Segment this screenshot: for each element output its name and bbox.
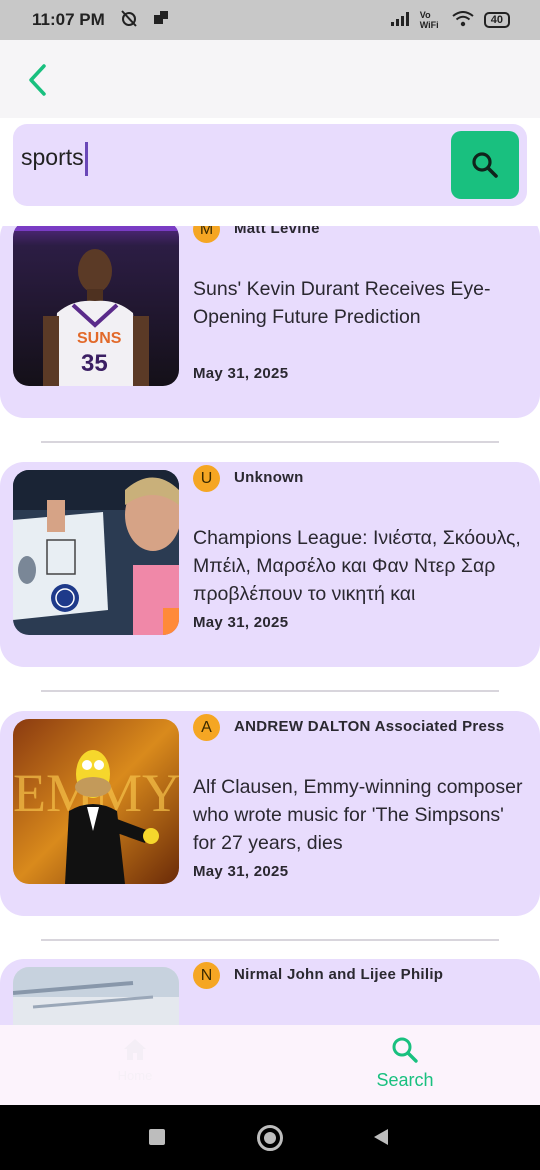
article-image: EMMY xyxy=(13,719,179,884)
alarm-off-icon xyxy=(119,8,139,33)
author-avatar: N xyxy=(193,962,220,989)
article-card[interactable]: SUNS 35 M Matt Levine Suns' Kevin Durant… xyxy=(0,226,540,418)
home-icon xyxy=(124,1039,146,1060)
search-input[interactable]: sports xyxy=(21,142,88,176)
svg-text:SUNS: SUNS xyxy=(77,330,122,347)
signal-icon xyxy=(390,11,410,30)
nav-search[interactable]: Search xyxy=(340,1035,470,1099)
search-input-value: sports xyxy=(21,144,84,171)
home-system-dot xyxy=(264,1132,276,1144)
svg-text:35: 35 xyxy=(81,350,108,377)
article-date: May 31, 2025 xyxy=(193,863,289,880)
back-button[interactable] xyxy=(24,60,54,100)
article-card[interactable]: EMMY A ANDREW DALTON Associated Press Al… xyxy=(0,711,540,916)
wifi-icon xyxy=(452,10,474,30)
back-triangle-icon xyxy=(374,1129,388,1145)
search-button[interactable] xyxy=(451,131,519,199)
author-avatar: M xyxy=(193,226,220,243)
results-list[interactable]: SUNS 35 M Matt Levine Suns' Kevin Durant… xyxy=(0,226,540,1025)
search-icon xyxy=(392,1037,418,1063)
article-title: Alf Clausen, Emmy-winning composer who w… xyxy=(193,776,523,854)
status-right: Vo WiFi 40 xyxy=(390,10,510,30)
article-card[interactable]: N Nirmal John and Lijee Philip xyxy=(0,959,540,1025)
article-card[interactable]: U Unknown Champions League: Ινιέστα, Σκό… xyxy=(0,462,540,667)
status-left: 11:07 PM xyxy=(32,8,169,33)
article-title: Suns' Kevin Durant Receives Eye-Opening … xyxy=(193,278,491,328)
article-image xyxy=(13,967,179,1025)
article-image: SUNS 35 xyxy=(13,226,179,386)
home-system-button[interactable] xyxy=(257,1125,283,1151)
search-icon xyxy=(472,152,498,178)
system-navigation-bar xyxy=(0,1105,540,1170)
status-time: 11:07 PM xyxy=(32,10,105,29)
app-bar xyxy=(0,40,540,118)
divider xyxy=(41,939,499,941)
article-title: Champions League: Ινιέστα, Σκόουλς, Μπέι… xyxy=(193,527,521,605)
nav-home-label: Home xyxy=(117,1068,153,1083)
article-image xyxy=(13,470,179,635)
status-bar: 11:07 PM Vo WiFi 40 xyxy=(0,0,540,40)
article-author: Matt Levine xyxy=(234,226,320,237)
bottom-navigation: Home Search xyxy=(0,1025,540,1105)
notification-icon xyxy=(153,10,169,31)
back-system-button[interactable] xyxy=(372,1127,390,1152)
divider xyxy=(41,441,499,443)
search-bar: sports xyxy=(13,124,527,206)
author-avatar: U xyxy=(193,465,220,492)
nav-home[interactable]: Home xyxy=(70,1035,200,1099)
author-avatar: A xyxy=(193,714,220,741)
recent-apps-button[interactable] xyxy=(149,1129,165,1145)
nav-search-label: Search xyxy=(376,1070,434,1090)
divider xyxy=(41,690,499,692)
article-date: May 31, 2025 xyxy=(193,365,289,382)
back-arrow-icon xyxy=(29,64,46,96)
vowifi-label: Vo WiFi xyxy=(419,10,439,30)
article-author: Nirmal John and Lijee Philip xyxy=(234,966,444,983)
article-date: May 31, 2025 xyxy=(193,614,289,631)
battery-indicator: 40 xyxy=(483,12,510,28)
article-author: Unknown xyxy=(234,469,304,486)
article-author: ANDREW DALTON Associated Press xyxy=(234,718,505,735)
text-caret xyxy=(84,142,88,176)
